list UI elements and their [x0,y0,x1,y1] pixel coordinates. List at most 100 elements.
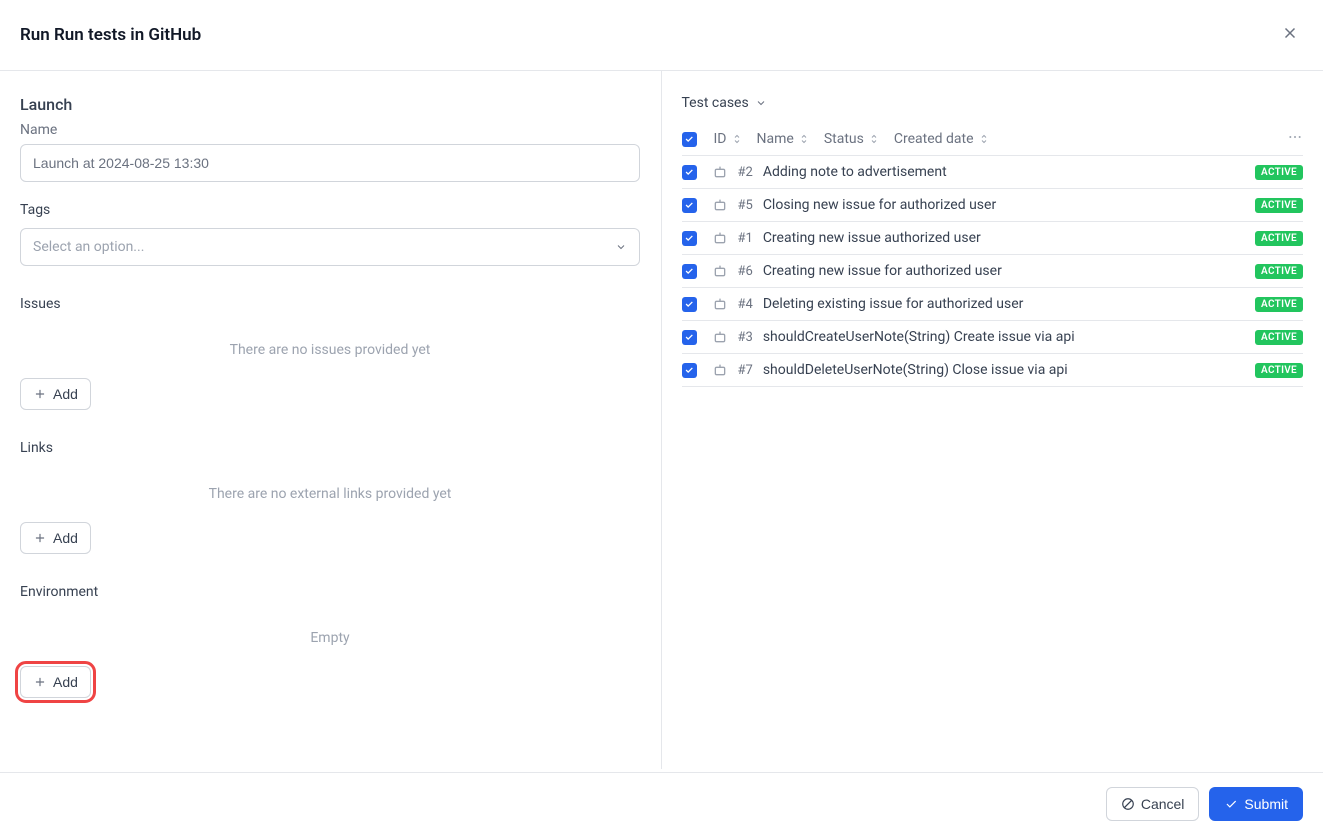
cancel-icon [1121,797,1135,811]
automation-icon [712,329,728,345]
row-checkbox[interactable] [682,297,697,312]
row-id: #5 [738,198,753,213]
row-id: #7 [738,363,753,378]
table-row[interactable]: #1 Creating new issue authorized user AC… [682,222,1304,255]
table-row[interactable]: #4 Deleting existing issue for authorize… [682,288,1304,321]
testcases-title: Test cases [682,95,749,111]
env-label: Environment [20,584,641,600]
more-columns-button[interactable] [1287,129,1303,149]
column-id[interactable]: ID [714,131,743,147]
table-row[interactable]: #3 shouldCreateUserNote(String) Create i… [682,321,1304,354]
automation-icon [712,164,728,180]
issues-empty: There are no issues provided yet [20,322,640,378]
row-name: shouldCreateUserNote(String) Create issu… [763,329,1075,345]
row-id: #3 [738,330,753,345]
table-row[interactable]: #2 Adding note to advertisement ACTIVE [682,156,1304,189]
chevron-down-icon [615,241,627,253]
check-icon [684,266,694,276]
add-link-button[interactable]: Add [20,522,91,554]
plus-icon [33,531,47,545]
col-id-label: ID [714,131,727,147]
page-title: Run Run tests in GitHub [20,25,201,45]
issues-label: Issues [20,296,641,312]
links-label: Links [20,440,641,456]
add-issue-button[interactable]: Add [20,378,91,410]
status-badge: ACTIVE [1255,264,1303,279]
table-row[interactable]: #6 Creating new issue for authorized use… [682,255,1304,288]
add-link-label: Add [53,530,78,546]
sort-icon [731,133,743,145]
dots-icon [1287,129,1303,145]
env-empty: Empty [20,610,640,666]
check-icon [684,299,694,309]
sort-icon [868,133,880,145]
close-button[interactable] [1277,20,1303,50]
row-id: #1 [738,231,753,246]
launch-name-input[interactable] [20,144,640,182]
col-name-label: Name [757,131,794,147]
row-name: Closing new issue for authorized user [763,197,996,213]
status-badge: ACTIVE [1255,297,1303,312]
check-icon [684,365,694,375]
row-name: Deleting existing issue for authorized u… [763,296,1024,312]
tags-select[interactable]: Select an option... [20,228,640,266]
cancel-button[interactable]: Cancel [1106,787,1200,821]
plus-icon [33,675,47,689]
status-badge: ACTIVE [1255,165,1303,180]
launch-section-title: Launch [20,95,641,114]
status-badge: ACTIVE [1255,330,1303,345]
check-icon [1224,797,1238,811]
automation-icon [712,230,728,246]
row-id: #6 [738,264,753,279]
table-row[interactable]: #7 shouldDeleteUserNote(String) Close is… [682,354,1304,387]
add-env-button[interactable]: Add [20,666,91,698]
check-icon [684,233,694,243]
submit-label: Submit [1244,796,1288,812]
row-checkbox[interactable] [682,363,697,378]
sort-icon [978,133,990,145]
automation-icon [712,362,728,378]
column-status[interactable]: Status [824,131,880,147]
automation-icon [712,263,728,279]
col-status-label: Status [824,131,864,147]
automation-icon [712,197,728,213]
check-icon [684,167,694,177]
table-header: ID Name Status Created date [682,123,1304,156]
sort-icon [798,133,810,145]
cancel-label: Cancel [1141,796,1185,812]
testcases-toggle[interactable]: Test cases [682,95,1304,111]
table-row[interactable]: #5 Closing new issue for authorized user… [682,189,1304,222]
row-checkbox[interactable] [682,330,697,345]
status-badge: ACTIVE [1255,231,1303,246]
row-id: #4 [738,297,753,312]
status-badge: ACTIVE [1255,363,1303,378]
chevron-down-icon [755,97,767,109]
row-checkbox[interactable] [682,231,697,246]
tags-label: Tags [20,202,641,218]
row-checkbox[interactable] [682,198,697,213]
row-name: Creating new issue for authorized user [763,263,1002,279]
plus-icon [33,387,47,401]
column-created[interactable]: Created date [894,131,990,147]
column-name[interactable]: Name [757,131,810,147]
add-env-label: Add [53,674,78,690]
check-icon [684,332,694,342]
select-all-checkbox[interactable] [682,132,697,147]
close-icon [1281,24,1299,42]
row-checkbox[interactable] [682,165,697,180]
col-created-label: Created date [894,131,974,147]
row-name: shouldDeleteUserNote(String) Close issue… [763,362,1068,378]
submit-button[interactable]: Submit [1209,787,1303,821]
check-icon [684,200,694,210]
row-name: Creating new issue authorized user [763,230,981,246]
add-issue-label: Add [53,386,78,402]
links-empty: There are no external links provided yet [20,466,640,522]
row-checkbox[interactable] [682,264,697,279]
row-name: Adding note to advertisement [763,164,947,180]
automation-icon [712,296,728,312]
row-id: #2 [738,165,753,180]
check-icon [684,134,694,144]
tags-placeholder: Select an option... [33,239,144,255]
name-label: Name [20,122,641,138]
status-badge: ACTIVE [1255,198,1303,213]
